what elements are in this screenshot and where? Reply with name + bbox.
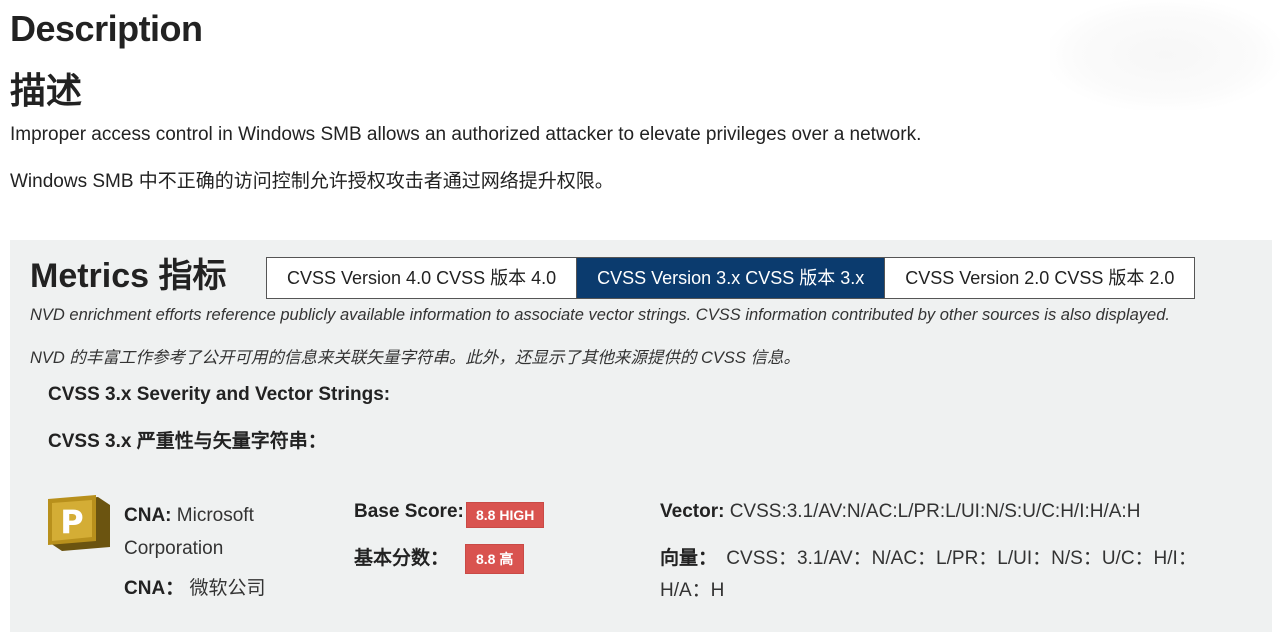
vector-label: Vector: — [660, 501, 725, 522]
metrics-title: Metrics 指标 — [30, 257, 227, 295]
blurred-corner — [1050, 0, 1280, 110]
cna-badge-letter: P — [60, 503, 83, 541]
cna-label: CNA: — [124, 505, 172, 526]
nvd-note-zh: NVD 的丰富工作参考了公开可用的信息来关联矢量字符串。此外，还显示了其他来源提… — [30, 349, 801, 367]
cna-info: CNA: Microsoft Corporation — [124, 499, 254, 565]
base-score-label: Base Score: — [354, 501, 464, 522]
tab-cvss-3x[interactable]: CVSS Version 3.x CVSS 版本 3.x — [576, 258, 885, 298]
cna-badge-icon: P — [48, 495, 110, 551]
base-score-label-zh: 基本分数： — [354, 548, 450, 569]
severity-heading: CVSS 3.x Severity and Vector Strings: — [48, 384, 391, 405]
cna-label-zh: CNA： — [124, 578, 185, 599]
vector-value-zh: CVSS：3.1/AV：N/AC：L/PR：L/UI：N/S：U/C：H/I：H… — [660, 548, 1197, 601]
nvd-note: NVD enrichment efforts reference publicl… — [30, 306, 1170, 324]
description-title: Description — [10, 8, 203, 49]
severity-heading-zh: CVSS 3.x 严重性与矢量字符串： — [48, 431, 327, 452]
base-score-badge[interactable]: 8.8 HIGH — [466, 502, 545, 528]
vector-string-zh: 向量： CVSS：3.1/AV：N/AC：L/PR：L/UI：N/S：U/C：H… — [660, 543, 1240, 607]
tab-cvss-2[interactable]: CVSS Version 2.0 CVSS 版本 2.0 — [884, 258, 1194, 298]
vector-value: CVSS:3.1/AV:N/AC:L/PR:L/UI:N/S:U/C:H/I:H… — [729, 501, 1141, 522]
base-score-badge-zh[interactable]: 8.8 高 — [465, 544, 525, 574]
cna-name-line1: Microsoft — [176, 505, 254, 526]
tab-cvss-4[interactable]: CVSS Version 4.0 CVSS 版本 4.0 — [267, 258, 576, 298]
cna-name-zh: 微软公司 — [189, 578, 266, 599]
cna-info-zh: CNA： 微软公司 — [124, 573, 265, 600]
description-text: Improper access control in Windows SMB a… — [10, 124, 922, 145]
metrics-panel: Metrics 指标 CVSS Version 4.0 CVSS 版本 4.0 … — [10, 240, 1272, 632]
vector-label-zh: 向量： — [660, 548, 718, 569]
page: Description 描述 Improper access control i… — [0, 0, 1280, 643]
description-title-zh: 描述 — [10, 70, 83, 111]
cna-name-line2: Corporation — [124, 538, 224, 559]
description-text-zh: Windows SMB 中不正确的访问控制允许授权攻击者通过网络提升权限。 — [10, 171, 614, 192]
vector-string: Vector: CVSS:3.1/AV:N/AC:L/PR:L/UI:N/S:U… — [660, 501, 1140, 523]
cvss-version-tabs: CVSS Version 4.0 CVSS 版本 4.0 CVSS Versio… — [266, 257, 1196, 299]
